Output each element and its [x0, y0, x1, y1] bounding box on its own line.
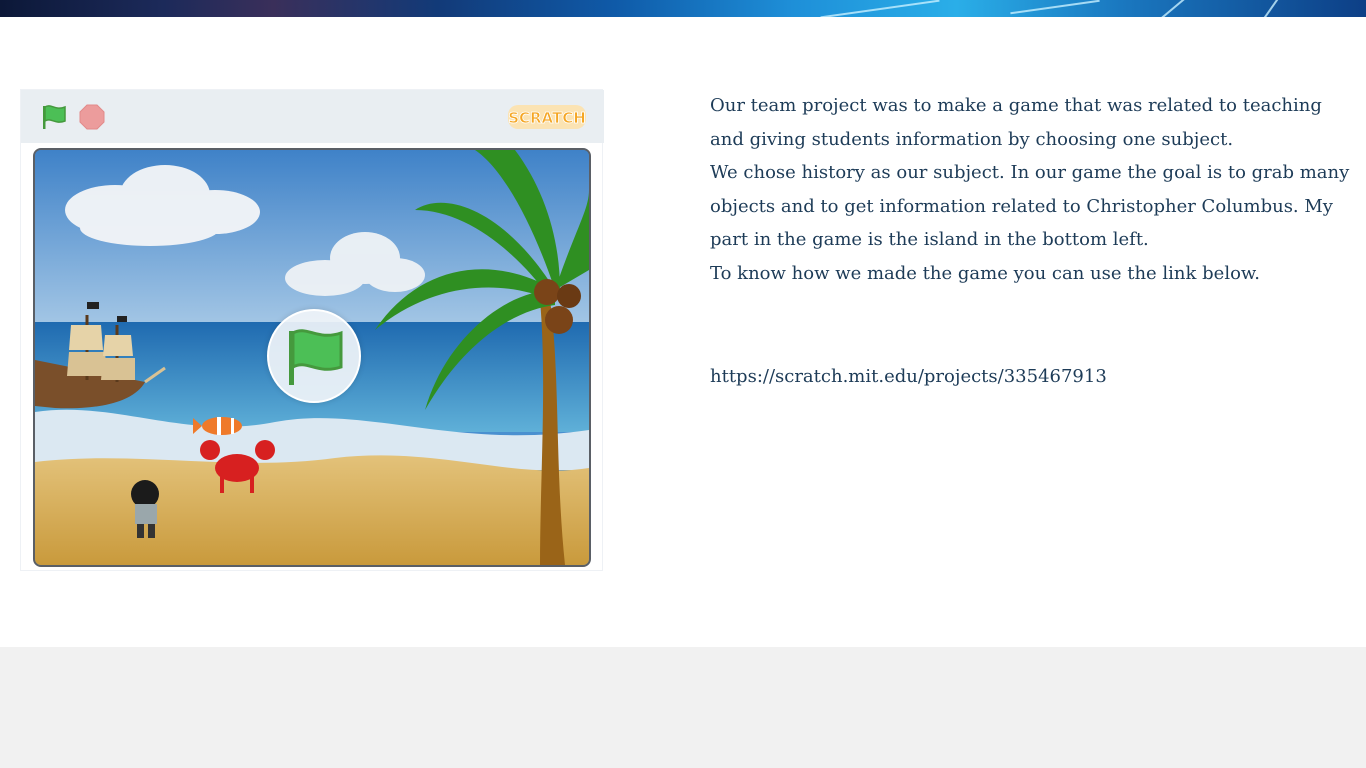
paragraph-intro: Our team project was to make a game that… — [710, 95, 1322, 150]
scratch-player: SCRATCH — [20, 89, 604, 571]
green-flag-icon — [43, 105, 66, 129]
stage-start-button[interactable] — [267, 309, 361, 403]
scratch-logo-text: SCRATCH — [508, 109, 586, 127]
player-controls-bar: SCRATCH — [21, 90, 604, 143]
page-footer — [0, 647, 1366, 768]
header-banner — [0, 0, 1366, 17]
green-flag-icon — [289, 329, 343, 385]
game-stage[interactable] — [33, 148, 591, 567]
green-flag-button[interactable] — [39, 103, 69, 131]
paragraph-link-intro: To know how we made the game you can use… — [710, 262, 1260, 284]
scratch-logo[interactable]: SCRATCH — [507, 103, 587, 131]
paragraph-subject: We chose history as our subject. In our … — [710, 162, 1350, 251]
project-description: Our team project was to make a game that… — [710, 89, 1360, 393]
stop-button[interactable] — [79, 104, 105, 130]
stop-sign-icon — [79, 104, 105, 130]
project-link[interactable]: https://scratch.mit.edu/projects/3354679… — [710, 360, 1360, 394]
